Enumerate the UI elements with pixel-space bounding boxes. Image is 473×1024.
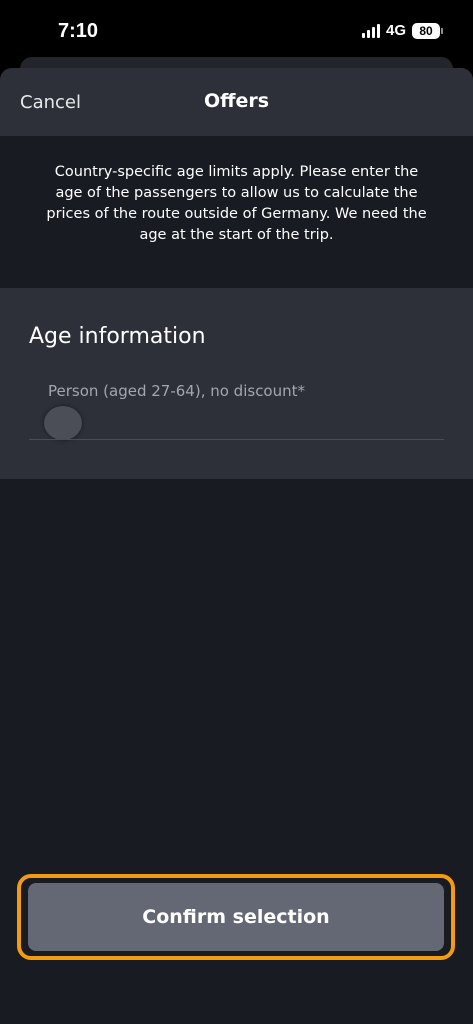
age-limits-info: Country-specific age limits apply. Pleas… xyxy=(46,164,427,243)
status-indicators: 4G 80 xyxy=(361,22,443,39)
network-type: 4G xyxy=(385,22,406,39)
age-input[interactable] xyxy=(44,406,82,440)
nav-bar: Cancel Offers xyxy=(0,68,473,136)
age-information-panel: Age information Person (aged 27-64), no … xyxy=(0,288,473,479)
battery-level: 80 xyxy=(412,22,440,39)
age-information-title: Age information xyxy=(29,324,206,349)
page-title: Offers xyxy=(203,90,270,112)
age-input-underline xyxy=(29,439,444,440)
person-age-label: Person (aged 27-64), no discount* xyxy=(48,382,306,400)
battery-cap xyxy=(441,27,443,34)
status-time: 7:10 xyxy=(58,20,99,42)
battery-icon: 80 xyxy=(412,22,443,39)
status-bar: 7:10 4G 80 xyxy=(0,0,473,62)
cellular-signal-icon xyxy=(361,23,380,38)
confirm-highlight: Confirm selection xyxy=(17,874,455,960)
confirm-selection-button[interactable]: Confirm selection xyxy=(28,883,444,951)
offers-sheet: Cancel Offers Country-specific age limit… xyxy=(0,68,473,1024)
